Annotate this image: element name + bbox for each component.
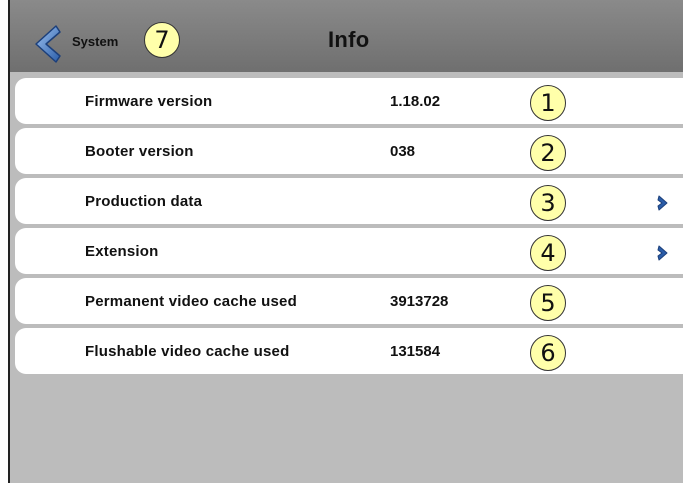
page-title: Info xyxy=(328,27,370,52)
list-item-label: Flushable video cache used xyxy=(85,343,290,360)
list-item-label: Production data xyxy=(85,193,203,210)
info-list: Firmware version 1.18.02 1 Booter versio… xyxy=(15,78,683,378)
list-item-label: Permanent video cache used xyxy=(85,293,297,310)
callout-badge: 5 xyxy=(530,285,566,321)
device-display: System 7 Info Firmware version 1.18.02 1… xyxy=(8,0,683,483)
list-item-label: Booter version xyxy=(85,143,194,160)
list-item-value: 1.18.02 xyxy=(390,93,441,110)
list-item-production-data[interactable]: Production data 3 xyxy=(15,178,683,224)
title-bar: System 7 Info xyxy=(10,0,683,72)
list-item-firmware-version[interactable]: Firmware version 1.18.02 1 xyxy=(15,78,683,124)
list-item-value: 131584 xyxy=(390,343,441,360)
callout-badge: 7 xyxy=(144,22,180,58)
list-item-label: Firmware version xyxy=(85,93,213,110)
chevron-right-icon[interactable] xyxy=(657,195,669,211)
list-item-permanent-video-cache[interactable]: Permanent video cache used 3913728 5 xyxy=(15,278,683,324)
back-button[interactable] xyxy=(32,24,64,64)
callout-badge: 2 xyxy=(530,135,566,171)
callout-badge: 3 xyxy=(530,185,566,221)
list-item-label: Extension xyxy=(85,243,159,260)
list-item-booter-version[interactable]: Booter version 038 2 xyxy=(15,128,683,174)
list-item-extension[interactable]: Extension 4 xyxy=(15,228,683,274)
back-label[interactable]: System xyxy=(72,34,118,49)
callout-badge: 4 xyxy=(530,235,566,271)
screen: System 7 Info Firmware version 1.18.02 1… xyxy=(0,0,683,483)
chevron-right-icon[interactable] xyxy=(657,245,669,261)
list-item-flushable-video-cache[interactable]: Flushable video cache used 131584 6 xyxy=(15,328,683,374)
callout-badge: 1 xyxy=(530,85,566,121)
list-item-value: 038 xyxy=(390,143,416,160)
list-item-value: 3913728 xyxy=(390,293,449,310)
callout-badge: 6 xyxy=(530,335,566,371)
back-arrow-icon xyxy=(35,25,61,63)
